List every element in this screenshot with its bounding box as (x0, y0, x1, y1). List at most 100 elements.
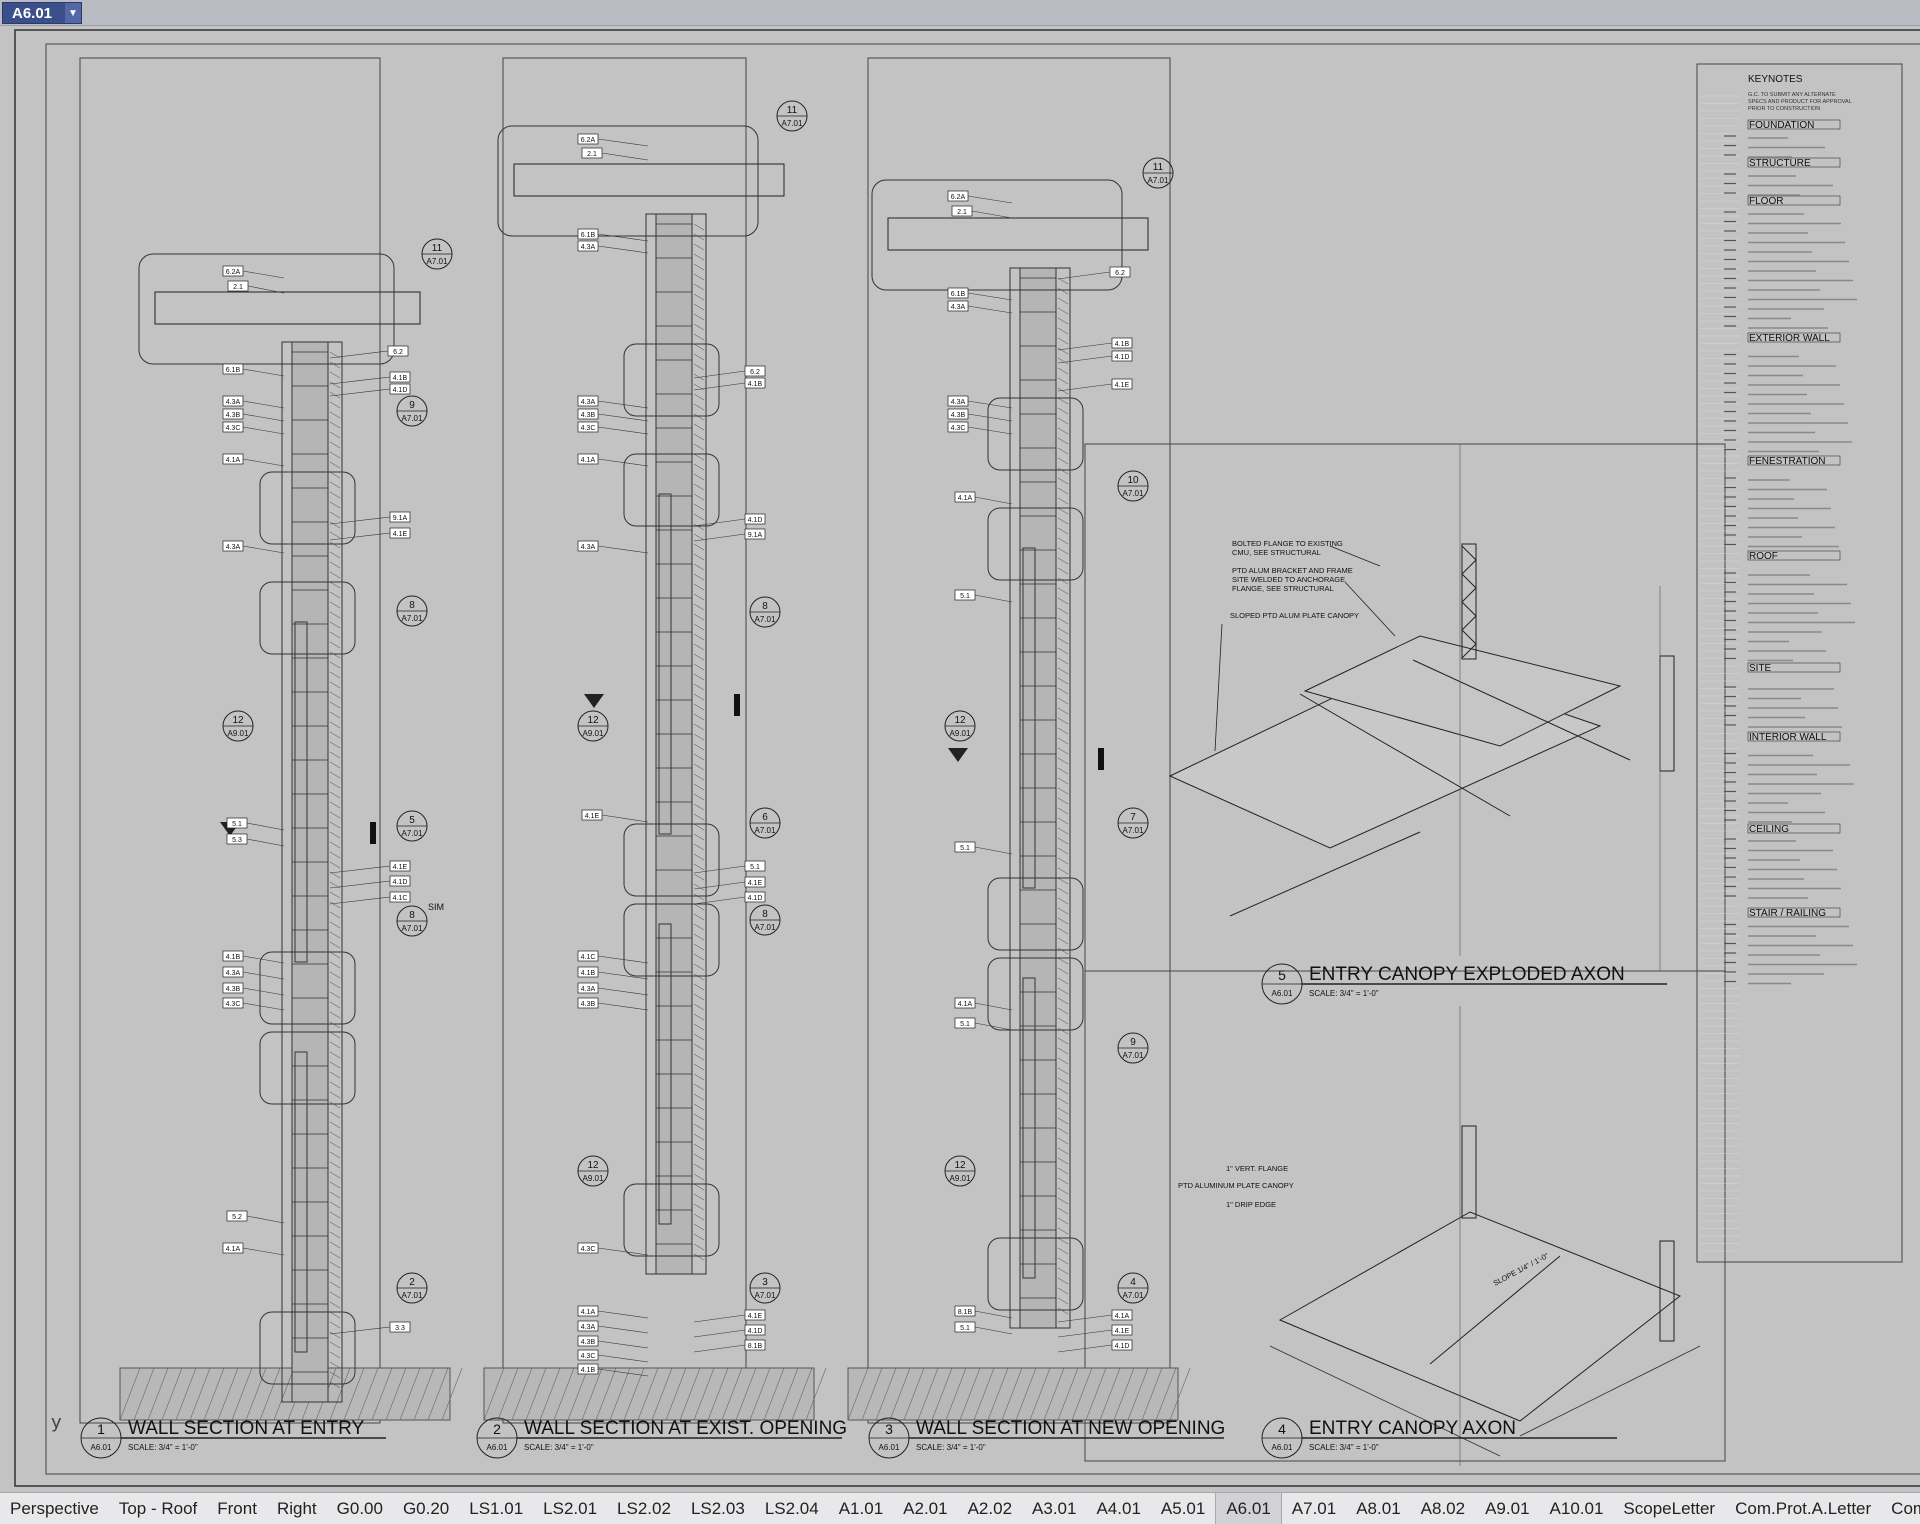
insulation-hatch (329, 671, 341, 679)
insulation-hatch (329, 741, 341, 749)
keynote-tag-text: 6.2A (951, 194, 966, 201)
layout-tab[interactable]: Front (207, 1493, 267, 1524)
insulation-hatch (329, 971, 341, 979)
leader-line (967, 426, 1013, 435)
insulation-hatch (693, 753, 705, 761)
keynote-tag-text: 4.3A (581, 399, 596, 406)
insulation-hatch (329, 651, 341, 659)
insulation-hatch (693, 743, 705, 751)
keynote-tag-text: 4.1D (748, 517, 763, 524)
layout-tab[interactable]: LS1.01 (459, 1493, 533, 1524)
insulation-hatch (693, 893, 705, 901)
layout-tab[interactable]: A7.01 (1282, 1493, 1346, 1524)
insulation-hatch (329, 1041, 341, 1049)
insulation-hatch (693, 903, 705, 911)
insulation-hatch (1057, 697, 1069, 705)
sheet-selector[interactable]: A6.01 ▼ (2, 2, 82, 24)
layout-tab[interactable]: Com.P (1881, 1493, 1920, 1524)
detail-scale: SCALE: 3/4" = 1'-0" (524, 1443, 594, 1452)
insulation-hatch (1057, 767, 1069, 775)
insulation-hatch (329, 1151, 341, 1159)
insulation-hatch (1057, 1007, 1069, 1015)
drawing-viewport[interactable]: 6.2A 2.1 6.1B 4.3A 4.3B 4.3C 4.1A 4.3A 6.2 4.1B 4.… (0, 26, 1920, 1492)
insulation-hatch (693, 353, 705, 361)
insulation-hatch (1057, 677, 1069, 685)
insulation-hatch (693, 763, 705, 771)
layout-tab[interactable]: A2.01 (893, 1493, 957, 1524)
insulation-hatch (693, 453, 705, 461)
layout-tab[interactable]: G0.20 (393, 1493, 459, 1524)
section-mark (370, 822, 376, 844)
keynote-tag-text: 4.3B (581, 1339, 596, 1346)
layout-tab[interactable]: A5.01 (1151, 1493, 1215, 1524)
layout-tab[interactable]: A8.01 (1346, 1493, 1410, 1524)
insulation-hatch (329, 1071, 341, 1079)
insulation-hatch (1057, 807, 1069, 815)
layout-tab[interactable]: Top - Roof (109, 1493, 207, 1524)
callout-sheet-ref: A7.01 (1123, 1051, 1144, 1060)
top-toolbar: A6.01 ▼ (0, 0, 1920, 26)
keynote-tag-text: 4.1A (581, 457, 596, 464)
keynote-tag-text: 4.1D (1115, 1343, 1130, 1350)
insulation-hatch (1057, 1187, 1069, 1195)
keynote-heading: STRUCTURE (1749, 158, 1811, 169)
layout-tab[interactable]: LS2.02 (607, 1493, 681, 1524)
bracket-post (1461, 1125, 1477, 1219)
layout-tab[interactable]: A10.01 (1540, 1493, 1614, 1524)
callout-number: 12 (954, 715, 966, 726)
keynote-tag-text: 6.2A (581, 137, 596, 144)
leader-line (242, 426, 285, 435)
layout-tab[interactable]: A2.02 (958, 1493, 1022, 1524)
insulation-hatch (329, 1231, 341, 1239)
layout-tab[interactable]: A6.01 (1215, 1493, 1282, 1524)
bracket-line (1461, 559, 1477, 575)
insulation-hatch (1057, 457, 1069, 465)
insulation-hatch (693, 513, 705, 521)
insulation-hatch (329, 551, 341, 559)
layout-tab[interactable]: ScopeLetter (1613, 1493, 1725, 1524)
insulation-hatch (693, 1123, 705, 1131)
callout-number: 8 (409, 910, 415, 921)
insulation-hatch (693, 223, 705, 231)
layout-tab[interactable]: A1.01 (829, 1493, 893, 1524)
layout-tab[interactable]: A3.01 (1022, 1493, 1086, 1524)
insulation-hatch (693, 1053, 705, 1061)
detail-bubble (138, 253, 395, 365)
keynote-tag-text: 4.1B (581, 1367, 596, 1374)
leader-line (329, 1326, 391, 1335)
layout-tab[interactable]: A9.01 (1475, 1493, 1539, 1524)
chevron-down-icon[interactable]: ▼ (65, 3, 81, 23)
insulation-hatch (693, 333, 705, 341)
insulation-hatch (693, 833, 705, 841)
keynote-tag-text: 5.1 (960, 1325, 970, 1332)
leader-line (597, 1002, 649, 1011)
keynote-tag-text: 4.3A (226, 399, 241, 406)
layout-tab[interactable]: LS2.04 (755, 1493, 829, 1524)
keynote-tag-text: 4.3B (951, 412, 966, 419)
layout-tab[interactable]: A4.01 (1086, 1493, 1150, 1524)
layout-tab[interactable]: A8.02 (1411, 1493, 1475, 1524)
layout-tab[interactable]: Perspective (0, 1493, 109, 1524)
insulation-hatch (1057, 1047, 1069, 1055)
callout-sheet-ref: A7.01 (402, 414, 423, 423)
insulation-hatch (1057, 507, 1069, 515)
keynote-tag-text: 4.3B (581, 412, 596, 419)
layout-tab[interactable]: LS2.01 (533, 1493, 607, 1524)
insulation-hatch (1057, 827, 1069, 835)
layout-tab[interactable]: G0.00 (327, 1493, 393, 1524)
insulation-hatch (693, 583, 705, 591)
insulation-hatch (329, 721, 341, 729)
leader-line (693, 533, 746, 542)
leader-line (601, 152, 649, 161)
layout-tab[interactable]: Com.Prot.A.Letter (1725, 1493, 1881, 1524)
insulation-hatch (693, 723, 705, 731)
insulation-hatch (693, 603, 705, 611)
insulation-hatch (329, 831, 341, 839)
layout-tab[interactable]: LS2.03 (681, 1493, 755, 1524)
callout-number: 8 (762, 909, 768, 920)
leader-line (597, 413, 649, 422)
insulation-hatch (329, 1361, 341, 1369)
title-number: 1 (97, 1421, 105, 1437)
keynote-tag-text: 4.1A (226, 1246, 241, 1253)
layout-tab[interactable]: Right (267, 1493, 327, 1524)
